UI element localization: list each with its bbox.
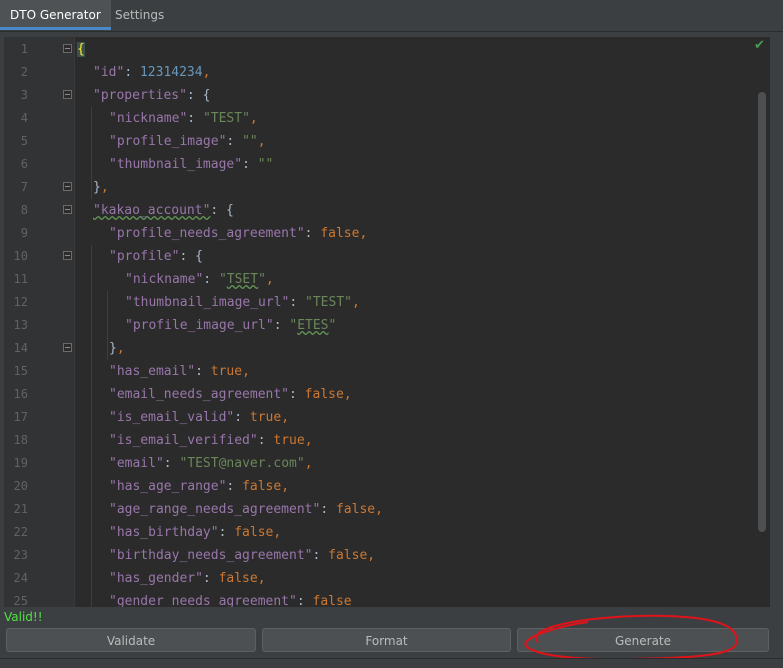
code-line: 21 "age_range_needs_agreement": false, bbox=[4, 498, 764, 521]
code-line: 2 "id": 12314234, bbox=[4, 61, 764, 84]
fold-toggle-icon[interactable] bbox=[63, 44, 72, 53]
code-line: 8 "kakao_account": { bbox=[4, 199, 764, 222]
code-text: "has_gender": false, bbox=[109, 571, 266, 586]
line-number: 16 bbox=[13, 387, 28, 401]
code-line: 10 "profile": { bbox=[4, 245, 764, 268]
code-line: 13 "profile_image_url": "ETES" bbox=[4, 314, 764, 337]
code-line: 23 "birthday_needs_agreement": false, bbox=[4, 544, 764, 567]
code-text: "kakao_account": { bbox=[93, 203, 234, 218]
checkmark-icon: ✔ bbox=[754, 38, 765, 53]
line-number: 10 bbox=[13, 249, 28, 263]
code-line: 16 "email_needs_agreement": false, bbox=[4, 383, 764, 406]
line-number: 22 bbox=[13, 525, 28, 539]
line-number: 7 bbox=[20, 180, 28, 194]
indent-guide bbox=[107, 291, 108, 360]
code-line: 5 "profile_image": "", bbox=[4, 130, 764, 153]
code-line: 1{ bbox=[4, 38, 764, 61]
line-number: 15 bbox=[13, 364, 28, 378]
indent-guide bbox=[91, 245, 92, 607]
line-number: 17 bbox=[13, 410, 28, 424]
code-line: 12 "thumbnail_image_url": "TEST", bbox=[4, 291, 764, 314]
code-text: "is_email_verified": true, bbox=[109, 433, 313, 448]
code-line: 4 "nickname": "TEST", bbox=[4, 107, 764, 130]
code-line: 15 "has_email": true, bbox=[4, 360, 764, 383]
fold-toggle-icon[interactable] bbox=[63, 90, 72, 99]
code-line: 11 "nickname": "TSET", bbox=[4, 268, 764, 291]
code-text: "age_range_needs_agreement": false, bbox=[109, 502, 383, 517]
code-text: "thumbnail_image_url": "TEST", bbox=[125, 295, 360, 310]
code-line: 9 "profile_needs_agreement": false, bbox=[4, 222, 764, 245]
tab-dto-generator[interactable]: DTO Generator bbox=[0, 0, 111, 30]
line-number: 19 bbox=[13, 456, 28, 470]
fold-toggle-icon[interactable] bbox=[63, 251, 72, 260]
code-text: "is_email_valid": true, bbox=[109, 410, 290, 425]
line-number: 20 bbox=[13, 479, 28, 493]
code-text: "profile_image_url": "ETES" bbox=[125, 318, 337, 333]
code-line: 20 "has_age_range": false, bbox=[4, 475, 764, 498]
code-text: "id": 12314234, bbox=[93, 65, 211, 80]
code-text: { bbox=[77, 42, 85, 57]
code-line: 18 "is_email_verified": true, bbox=[4, 429, 764, 452]
line-number: 24 bbox=[13, 571, 28, 585]
fold-toggle-icon[interactable] bbox=[63, 182, 72, 191]
line-number: 21 bbox=[13, 502, 28, 516]
indent-guide bbox=[91, 107, 92, 199]
code-line: 3 "properties": { bbox=[4, 84, 764, 107]
code-text: "email": "TEST@naver.com", bbox=[109, 456, 313, 471]
code-text: "birthday_needs_agreement": false, bbox=[109, 548, 376, 563]
line-number: 2 bbox=[20, 65, 28, 79]
line-number: 12 bbox=[13, 295, 28, 309]
format-button[interactable]: Format bbox=[262, 628, 511, 652]
line-number: 3 bbox=[20, 88, 28, 102]
code-line: 6 "thumbnail_image": "" bbox=[4, 153, 764, 176]
line-number: 14 bbox=[13, 341, 28, 355]
tab-settings[interactable]: Settings bbox=[105, 0, 174, 30]
code-text: "has_age_range": false, bbox=[109, 479, 290, 494]
line-number: 23 bbox=[13, 548, 28, 562]
validation-status: Valid!! bbox=[4, 610, 43, 624]
line-number: 6 bbox=[20, 157, 28, 171]
line-number: 5 bbox=[20, 134, 28, 148]
code-text: "nickname": "TEST", bbox=[109, 111, 258, 126]
code-text: "profile_needs_agreement": false, bbox=[109, 226, 368, 241]
code-line: 22 "has_birthday": false, bbox=[4, 521, 764, 544]
code-line: 17 "is_email_valid": true, bbox=[4, 406, 764, 429]
json-editor[interactable]: 1{2 "id": 12314234, 3 "properties": {4 "nick… bbox=[4, 37, 770, 607]
code-text: "profile": { bbox=[109, 249, 203, 264]
vertical-scrollbar[interactable] bbox=[758, 92, 766, 532]
code-line: 14}, bbox=[4, 337, 764, 360]
line-number: 9 bbox=[20, 226, 28, 240]
code-line: 7}, bbox=[4, 176, 764, 199]
fold-toggle-icon[interactable] bbox=[63, 205, 72, 214]
code-line: 19 "email": "TEST@naver.com", bbox=[4, 452, 764, 475]
code-text: "gender_needs_agreement": false bbox=[109, 594, 352, 607]
line-number: 18 bbox=[13, 433, 28, 447]
code-text: "profile_image": "", bbox=[109, 134, 266, 149]
code-text: "nickname": "TSET", bbox=[125, 272, 274, 287]
line-number: 4 bbox=[20, 111, 28, 125]
code-line: 24 "has_gender": false, bbox=[4, 567, 764, 590]
validate-button[interactable]: Validate bbox=[6, 628, 256, 652]
code-text: "has_birthday": false, bbox=[109, 525, 282, 540]
generate-button[interactable]: Generate bbox=[517, 628, 769, 652]
code-line: 25 "gender_needs_agreement": false bbox=[4, 590, 764, 607]
tab-bar: DTO Generator Settings bbox=[0, 0, 783, 32]
line-number: 25 bbox=[13, 594, 28, 607]
code-text: "email_needs_agreement": false, bbox=[109, 387, 352, 402]
code-text: }, bbox=[93, 180, 109, 195]
code-text: "has_email": true, bbox=[109, 364, 250, 379]
code-text: }, bbox=[109, 341, 125, 356]
line-number: 8 bbox=[20, 203, 28, 217]
code-text: "properties": { bbox=[93, 88, 211, 103]
line-number: 11 bbox=[13, 272, 28, 286]
line-number: 1 bbox=[20, 42, 28, 56]
fold-toggle-icon[interactable] bbox=[63, 343, 72, 352]
line-number: 13 bbox=[13, 318, 28, 332]
code-text: "thumbnail_image": "" bbox=[109, 157, 274, 172]
